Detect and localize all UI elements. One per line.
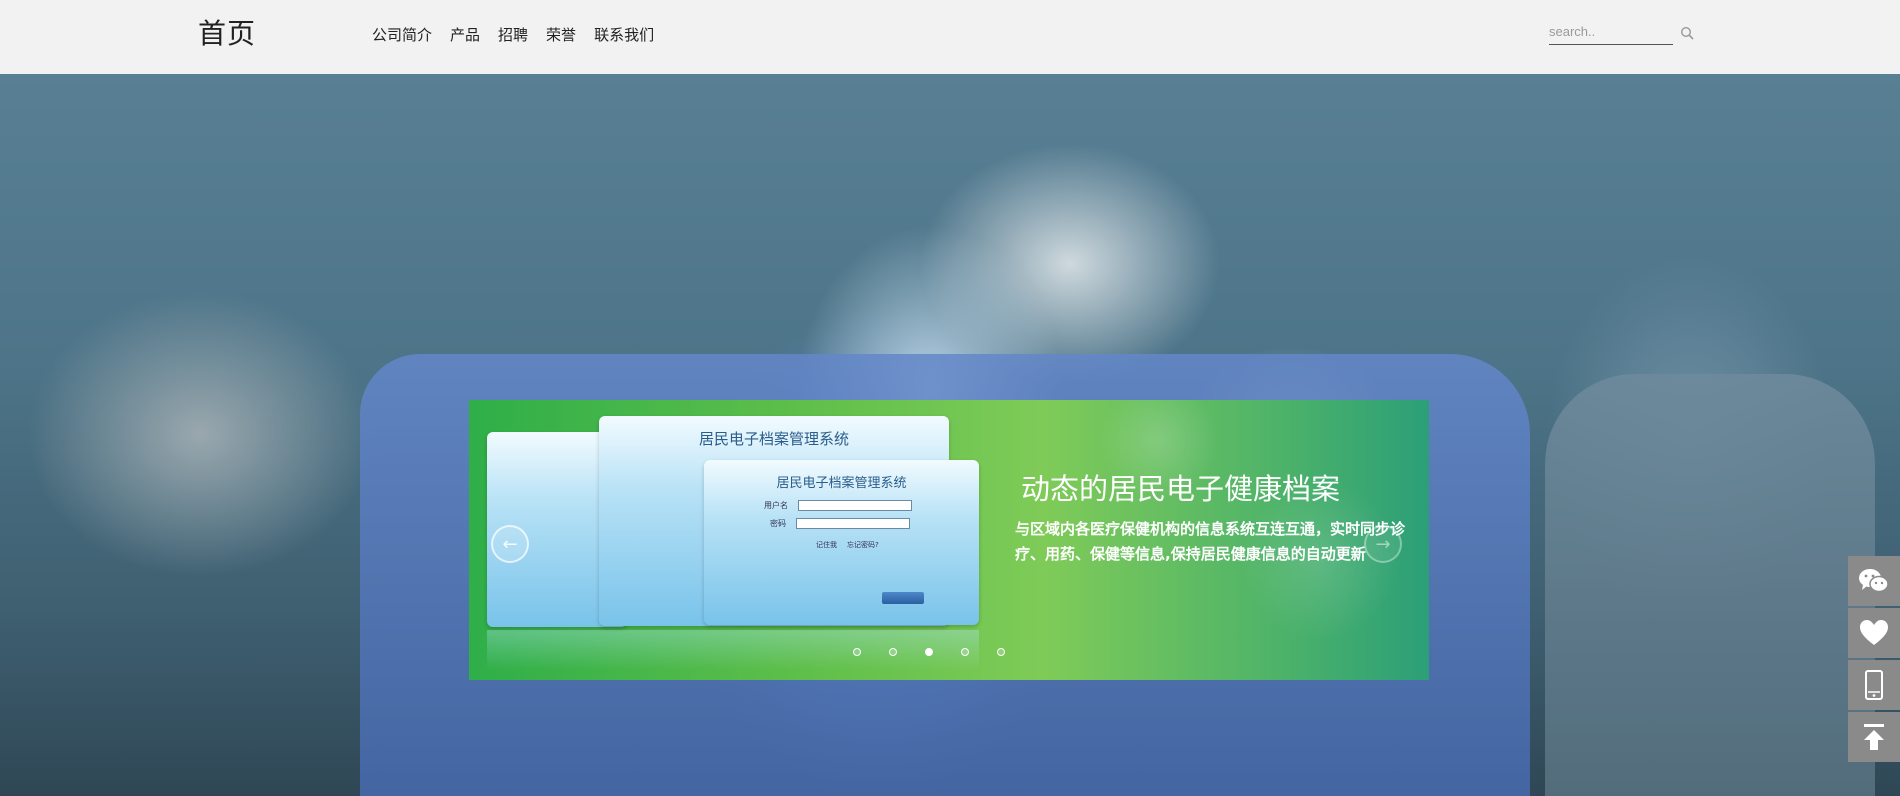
- search-icon[interactable]: [1680, 26, 1694, 40]
- wechat-icon: [1859, 569, 1889, 593]
- slide-dot-4[interactable]: [961, 648, 969, 656]
- back-to-top-icon: [1864, 724, 1884, 750]
- prev-slide-button[interactable]: ←: [491, 525, 529, 563]
- remember-label: 记住我: [816, 541, 837, 549]
- floating-toolbar: [1848, 556, 1900, 762]
- nav-item-honors[interactable]: 荣誉: [546, 24, 576, 45]
- mobile-icon: [1865, 670, 1883, 700]
- surgeon-figure-shape: [1545, 374, 1875, 796]
- password-label: 密码: [770, 519, 786, 528]
- mobile-button[interactable]: [1848, 660, 1900, 710]
- arrow-right-icon: →: [1375, 533, 1391, 555]
- next-slide-button[interactable]: →: [1364, 525, 1402, 563]
- user-label: 用户名: [764, 501, 788, 510]
- nav-item-contact[interactable]: 联系我们: [594, 24, 654, 45]
- wechat-button[interactable]: [1848, 556, 1900, 606]
- slide-title: 动态的居民电子健康档案: [1021, 472, 1341, 506]
- slide-description: 与区域内各医疗保健机构的信息系统互连互通，实时同步诊疗、用药、保健等信息,保持居…: [1015, 520, 1406, 563]
- screen-title-front: 居民电子档案管理系统: [776, 476, 907, 491]
- slide-dot-3[interactable]: [925, 648, 933, 656]
- nav-item-products[interactable]: 产品: [450, 24, 480, 45]
- search-input[interactable]: [1549, 20, 1669, 42]
- login-row-options: 记住我 忘记密码?: [816, 540, 879, 550]
- screen-title-middle: 居民电子档案管理系统: [698, 430, 849, 448]
- slide-dot-5[interactable]: [997, 648, 1005, 656]
- top-header: 首页 公司简介 产品 招聘 荣誉 联系我们: [0, 0, 1900, 74]
- password-field: [796, 518, 910, 529]
- logo-home[interactable]: 首页: [198, 12, 256, 52]
- forgot-label: 忘记密码?: [847, 541, 879, 549]
- main-nav: 公司简介 产品 招聘 荣誉 联系我们: [372, 24, 654, 45]
- search-box: [1549, 20, 1673, 45]
- login-row-password: 密码: [770, 518, 910, 529]
- arrow-left-icon: ←: [502, 533, 518, 555]
- slide-pagination: [853, 648, 1005, 656]
- favorite-button[interactable]: [1848, 608, 1900, 658]
- nav-item-jobs[interactable]: 招聘: [498, 24, 528, 45]
- login-button-graphic: [882, 592, 924, 604]
- login-row-user: 用户名: [764, 500, 912, 511]
- slide-dot-1[interactable]: [853, 648, 861, 656]
- feature-slide: 居民电子档案管理系统 居民电子档案管理系统 用户名 密码 记住我 忘记密码? 动…: [469, 400, 1429, 680]
- user-field: [798, 500, 912, 511]
- back-to-top-button[interactable]: [1848, 712, 1900, 762]
- nav-item-about[interactable]: 公司简介: [372, 24, 432, 45]
- heart-icon: [1860, 620, 1888, 645]
- slide-dot-2[interactable]: [889, 648, 897, 656]
- product-screen-front: 居民电子档案管理系统 用户名 密码 记住我 忘记密码?: [704, 460, 979, 625]
